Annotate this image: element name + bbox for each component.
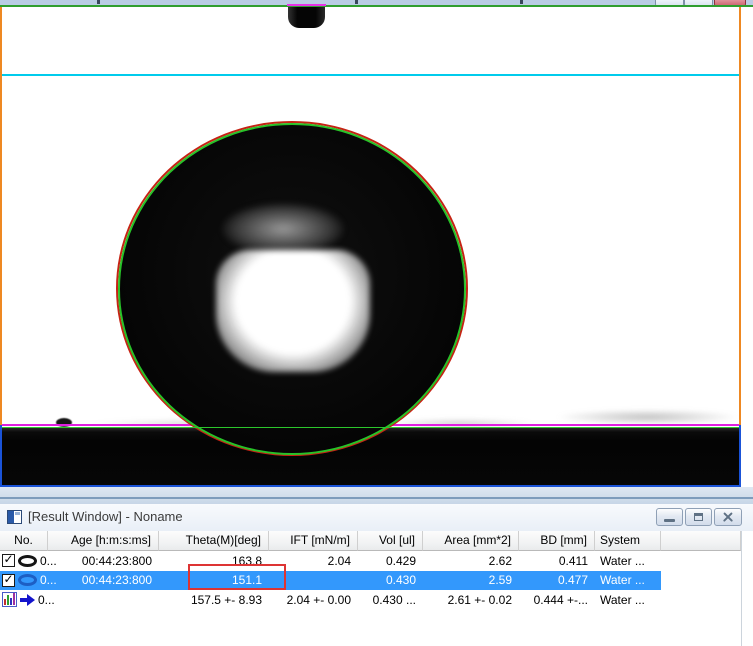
result-window-icon [7,510,22,524]
drop-shape-icon [18,555,37,567]
system-cell: Water ... [595,593,661,607]
dispense-needle [288,7,325,28]
drop-camera-view[interactable] [0,7,753,487]
statistics-chart-icon [2,592,17,607]
table-header-row: No. Age [h:m:s:ms] Theta(M)[deg] IFT [mN… [0,531,753,551]
col-header-vol[interactable]: Vol [ul] [358,531,423,551]
close-button[interactable] [714,508,742,526]
col-header-system[interactable]: System [595,531,661,551]
col-header-extra[interactable] [661,531,741,551]
col-header-ift[interactable]: IFT [mN/m] [269,531,358,551]
result-row[interactable]: ✓ 0... 00:44:23:800 163.8 2.04 0.429 2.6… [0,551,661,571]
col-header-no[interactable]: No. [0,531,48,551]
ift-cell: 2.04 +- 0.00 [269,593,358,607]
area-cell: 2.62 [423,554,519,568]
age-cell: 00:44:23:800 [48,573,159,587]
view-border-left [0,7,2,425]
close-icon [722,511,734,523]
window-frame-edge [0,497,753,499]
baseline-fit-line [0,427,741,429]
drop-light-reflection [216,250,370,372]
minimize-icon [664,519,675,522]
arrow-right-icon [20,594,35,606]
bd-cell: 0.444 +-... [519,593,595,607]
theta-cell: 157.5 +- 8.93 [159,593,269,607]
col-header-theta[interactable]: Theta(M)[deg] [159,531,269,551]
restore-icon [694,513,703,521]
upper-guide-line[interactable] [2,74,739,76]
titlebar-text-fragment [520,0,523,4]
result-row-statistics[interactable]: 0... 157.5 +- 8.93 2.04 +- 0.00 0.430 ..… [0,590,661,610]
view-border-right [739,7,741,425]
bd-cell: 0.477 [519,573,595,587]
vol-cell: 0.430 [358,573,423,587]
row-checkbox[interactable]: ✓ [2,574,15,587]
system-cell: Water ... [595,573,661,587]
result-window-title: [Result Window] - Noname [28,509,183,524]
app-screen: [Result Window] - Noname No. Age [h:m:s:… [0,0,753,646]
surface-smudge [555,409,740,425]
row-checkbox[interactable]: ✓ [2,554,15,567]
highlight-annotation-box [188,564,286,590]
bd-cell: 0.411 [519,554,595,568]
view-border-left-lower [0,425,2,487]
row-no-label: 0... [38,593,55,607]
row-id-cell: ✓ 0... [0,554,48,568]
result-window: [Result Window] - Noname No. Age [h:m:s:… [0,504,753,646]
titlebar-text-fragment [355,0,358,4]
view-border-right-lower [739,425,741,487]
drop-shape-icon [18,574,37,586]
minimize-button[interactable] [656,508,683,526]
result-row-selected[interactable]: ✓ 0... 00:44:23:800 151.1 0.430 2.59 0.4… [0,571,661,591]
col-header-age[interactable]: Age [h:m:s:ms] [48,531,159,551]
column-grid-line [741,531,742,646]
system-cell: Water ... [595,554,661,568]
col-header-bd[interactable]: BD [mm] [519,531,595,551]
restore-button[interactable] [685,508,712,526]
results-table: No. Age [h:m:s:ms] Theta(M)[deg] IFT [mN… [0,531,753,610]
vol-cell: 0.429 [358,554,423,568]
area-cell: 2.61 +- 0.02 [423,593,519,607]
row-id-cell: ✓ 0... [0,573,48,587]
drop-highlight-diffuse [222,203,344,255]
age-cell: 00:44:23:800 [48,554,159,568]
window-frame-strip [0,487,753,504]
area-cell: 2.59 [423,573,519,587]
needle-marker-line [287,4,326,7]
row-id-cell: 0... [0,592,48,607]
vol-cell: 0.430 ... [358,593,423,607]
titlebar-text-fragment [97,0,100,4]
result-window-titlebar[interactable]: [Result Window] - Noname [0,504,753,531]
col-header-area[interactable]: Area [mm*2] [423,531,519,551]
